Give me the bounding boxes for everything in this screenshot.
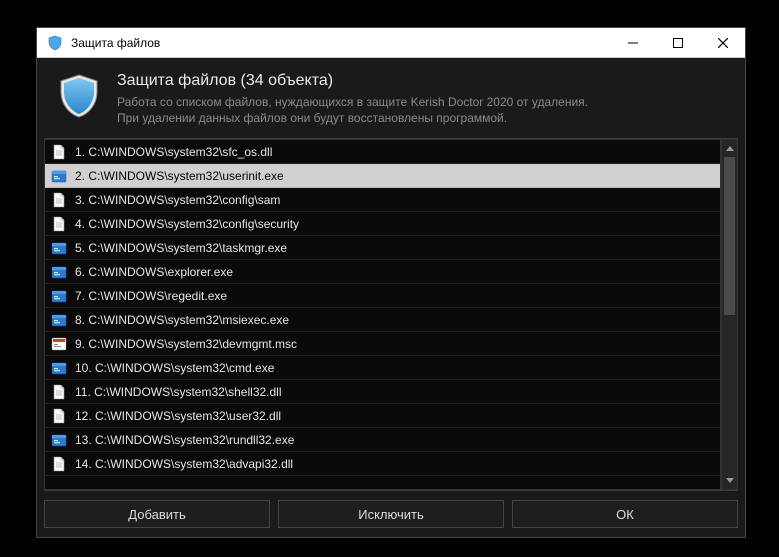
list-item-path: 10. C:\WINDOWS\system32\cmd.exe	[75, 361, 274, 375]
list-item[interactable]: 10. C:\WINDOWS\system32\cmd.exe	[45, 356, 720, 380]
list-item[interactable]: 5. C:\WINDOWS\system32\taskmgr.exe	[45, 236, 720, 260]
file-file-icon	[51, 216, 67, 232]
header: Защита файлов (34 объекта) Работа со спи…	[37, 58, 745, 138]
list-item[interactable]: 7. C:\WINDOWS\regedit.exe	[45, 284, 720, 308]
file-file-icon	[51, 456, 67, 472]
list-item-path: 8. C:\WINDOWS\system32\msiexec.exe	[75, 313, 289, 327]
list-item-path: 13. C:\WINDOWS\system32\rundll32.exe	[75, 433, 294, 447]
ok-button[interactable]: ОК	[512, 500, 738, 528]
scrollbar[interactable]	[721, 139, 738, 490]
header-desc-2: При удалении данных файлов они будут вос…	[117, 110, 588, 126]
list-item-path: 2. C:\WINDOWS\system32\userinit.exe	[75, 169, 284, 183]
file-list-container: 1. C:\WINDOWS\system32\sfc_os.dll 2. C:\W…	[44, 138, 738, 491]
exclude-button[interactable]: Исключить	[278, 500, 504, 528]
scroll-track[interactable]	[722, 157, 737, 472]
app-window: Защита файлов Защита файлов (34 объекта)…	[36, 27, 746, 538]
list-item[interactable]: 8. C:\WINDOWS\system32\msiexec.exe	[45, 308, 720, 332]
footer: Добавить Исключить ОК	[37, 491, 745, 537]
exe-file-icon	[51, 312, 67, 328]
file-file-icon	[51, 408, 67, 424]
exe-file-icon	[51, 264, 67, 280]
header-heading: Защита файлов (34 объекта)	[117, 72, 588, 90]
file-list[interactable]: 1. C:\WINDOWS\system32\sfc_os.dll 2. C:\W…	[44, 139, 721, 490]
header-text: Защита файлов (34 объекта) Работа со спи…	[117, 72, 588, 126]
list-item[interactable]: 2. C:\WINDOWS\system32\userinit.exe	[45, 164, 720, 188]
list-item-path: 3. C:\WINDOWS\system32\config\sam	[75, 193, 280, 207]
minimize-button[interactable]	[610, 28, 655, 57]
file-file-icon	[51, 192, 67, 208]
list-item[interactable]: 4. C:\WINDOWS\system32\config\security	[45, 212, 720, 236]
list-item-path: 14. C:\WINDOWS\system32\advapi32.dll	[75, 457, 293, 471]
header-desc-1: Работа со списком файлов, нуждающихся в …	[117, 94, 588, 110]
exe-file-icon	[51, 360, 67, 376]
file-file-icon	[51, 144, 67, 160]
exe-file-icon	[51, 240, 67, 256]
list-item-path: 1. C:\WINDOWS\system32\sfc_os.dll	[75, 145, 272, 159]
list-item[interactable]: 14. C:\WINDOWS\system32\advapi32.dll	[45, 452, 720, 476]
list-item-path: 5. C:\WINDOWS\system32\taskmgr.exe	[75, 241, 287, 255]
list-item[interactable]: 12. C:\WINDOWS\system32\user32.dll	[45, 404, 720, 428]
shield-icon	[55, 72, 103, 120]
maximize-button[interactable]	[655, 28, 700, 57]
list-item[interactable]: 9. C:\WINDOWS\system32\devmgmt.msc	[45, 332, 720, 356]
titlebar: Защита файлов	[37, 28, 745, 58]
file-file-icon	[51, 384, 67, 400]
list-item[interactable]: 1. C:\WINDOWS\system32\sfc_os.dll	[45, 140, 720, 164]
app-shield-icon	[47, 35, 63, 51]
list-item[interactable]: 11. C:\WINDOWS\system32\shell32.dll	[45, 380, 720, 404]
scroll-down-button[interactable]	[722, 472, 737, 489]
scroll-up-button[interactable]	[722, 140, 737, 157]
list-item-path: 6. C:\WINDOWS\explorer.exe	[75, 265, 233, 279]
close-button[interactable]	[700, 28, 745, 57]
list-item[interactable]: 3. C:\WINDOWS\system32\config\sam	[45, 188, 720, 212]
exe-file-icon	[51, 288, 67, 304]
list-item-path: 9. C:\WINDOWS\system32\devmgmt.msc	[75, 337, 297, 351]
window-title: Защита файлов	[71, 36, 610, 50]
list-item-path: 11. C:\WINDOWS\system32\shell32.dll	[75, 385, 282, 399]
exe-file-icon	[51, 168, 67, 184]
msc-file-icon	[51, 336, 67, 352]
exe-file-icon	[51, 432, 67, 448]
list-item-path: 7. C:\WINDOWS\regedit.exe	[75, 289, 227, 303]
list-item-path: 12. C:\WINDOWS\system32\user32.dll	[75, 409, 281, 423]
list-item-path: 4. C:\WINDOWS\system32\config\security	[75, 217, 299, 231]
add-button[interactable]: Добавить	[44, 500, 270, 528]
list-item[interactable]: 13. C:\WINDOWS\system32\rundll32.exe	[45, 428, 720, 452]
scroll-thumb[interactable]	[724, 157, 735, 314]
list-item[interactable]: 6. C:\WINDOWS\explorer.exe	[45, 260, 720, 284]
